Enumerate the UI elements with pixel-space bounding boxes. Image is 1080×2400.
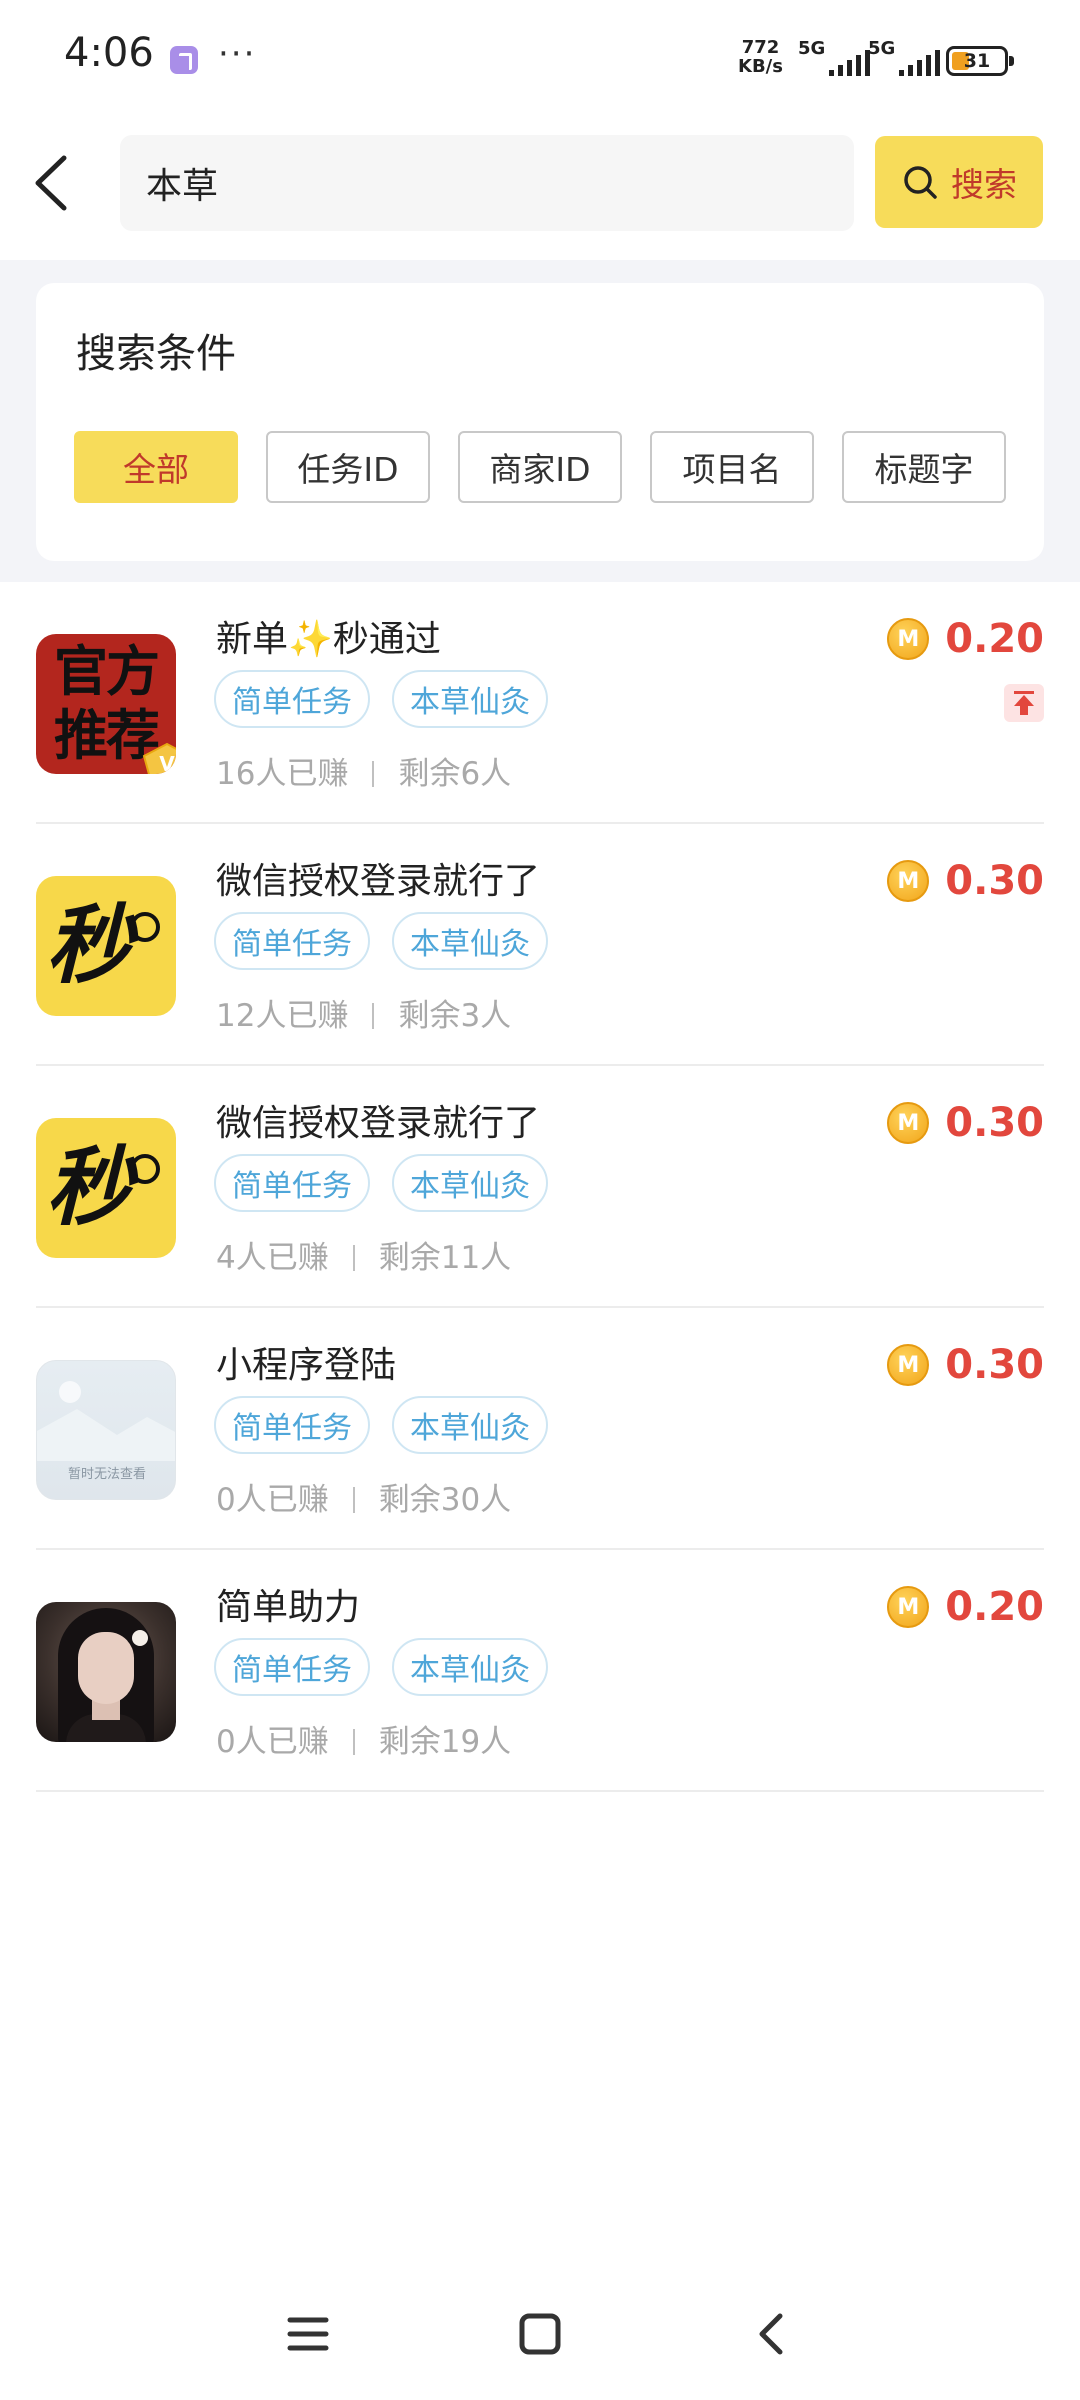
search-button-label: 搜索 (951, 165, 1017, 204)
reward-amount: 0.20 (945, 616, 1044, 662)
signal-label: 5G (798, 38, 826, 59)
home-square-icon (519, 2313, 561, 2355)
svg-text:V: V (159, 752, 175, 774)
task-thumbnail-miao: 秒 (36, 1118, 176, 1258)
back-chevron-icon (759, 2313, 783, 2355)
verified-badge-icon: V (142, 742, 176, 774)
chip-title-keyword[interactable]: 标题字 (842, 431, 1006, 503)
task-tag: 简单任务 (214, 1154, 370, 1212)
network-speed-value: 772 (741, 37, 780, 58)
chip-merchant-id[interactable]: 商家ID (458, 431, 622, 503)
task-reward: M 0.30 (887, 1100, 1044, 1146)
task-tag: 简单任务 (214, 1638, 370, 1696)
status-time: 4:06 (64, 30, 154, 76)
back-button[interactable] (24, 148, 84, 218)
task-tag: 本草仙灸 (392, 1396, 548, 1454)
task-stats: 0人已赚 剩余30人 (216, 1474, 511, 1519)
task-title: 简单助力 (216, 1587, 361, 1628)
signal-icon: 5G (798, 38, 870, 78)
remaining-count: 剩余11人 (378, 1240, 512, 1276)
coin-icon: M (887, 1102, 930, 1144)
task-tag: 简单任务 (214, 1396, 370, 1454)
task-reward: M 0.30 (887, 1342, 1044, 1388)
task-item[interactable]: 官方推荐 V 新单✨秒通过 简单任务 本草仙灸 16人已赚 剩余6人 M 0.20 (36, 582, 1044, 824)
status-bar: 4:06 ··· 772 KB/s 5G 5G 31 (0, 0, 1080, 120)
coin-icon: M (887, 1586, 930, 1628)
remaining-count: 剩余6人 (398, 756, 512, 792)
earned-count: 0人已赚 (216, 1724, 329, 1760)
signal-label: 5G (868, 38, 896, 59)
chip-task-id[interactable]: 任务ID (266, 431, 430, 503)
task-tag: 本草仙灸 (392, 1638, 548, 1696)
task-thumbnail-miao: 秒 (36, 876, 176, 1016)
search-conditions-title: 搜索条件 (76, 331, 236, 377)
task-stats: 16人已赚 剩余6人 (216, 748, 511, 793)
reward-amount: 0.30 (945, 1100, 1044, 1146)
task-list: 官方推荐 V 新单✨秒通过 简单任务 本草仙灸 16人已赚 剩余6人 M 0.20 (0, 582, 1080, 1792)
task-title: 新单✨秒通过 (216, 619, 441, 660)
thumbnail-text: 秒 (46, 896, 132, 996)
task-item[interactable]: 秒 微信授权登录就行了 简单任务 本草仙灸 4人已赚 剩余11人 M 0.30 (36, 1066, 1044, 1308)
task-thumbnail-placeholder: 暂时无法查看 (36, 1360, 176, 1500)
nav-home-button[interactable] (510, 2304, 570, 2364)
search-icon (904, 166, 937, 199)
task-reward: M 0.30 (887, 858, 1044, 904)
system-nav-bar (0, 2264, 1080, 2400)
task-stats: 4人已赚 剩余11人 (216, 1232, 511, 1277)
chevron-left-icon (35, 155, 67, 211)
nav-back-button[interactable] (742, 2304, 802, 2364)
earned-count: 4人已赚 (216, 1240, 329, 1276)
search-button[interactable]: 搜索 (875, 136, 1043, 228)
menu-icon (287, 2317, 329, 2351)
reward-amount: 0.20 (945, 1584, 1044, 1630)
signal-icon: 5G (868, 38, 940, 78)
coin-icon: M (887, 618, 930, 660)
reward-amount: 0.30 (945, 1342, 1044, 1388)
coin-icon: M (887, 1344, 930, 1386)
task-reward: M 0.20 (887, 1584, 1044, 1630)
earned-count: 16人已赚 (216, 756, 349, 792)
task-tag: 本草仙灸 (392, 1154, 548, 1212)
search-input[interactable] (146, 135, 826, 231)
task-thumbnail-official-recommend: 官方推荐 V (36, 634, 176, 774)
task-tag: 本草仙灸 (392, 670, 548, 728)
reward-amount: 0.30 (945, 858, 1044, 904)
battery-icon: 31 (946, 46, 1014, 76)
task-stats: 12人已赚 剩余3人 (216, 990, 511, 1035)
task-tag: 本草仙灸 (392, 912, 548, 970)
remaining-count: 剩余30人 (378, 1482, 512, 1518)
chip-project-name[interactable]: 项目名 (650, 431, 814, 503)
nav-menu-button[interactable] (278, 2304, 338, 2364)
task-title: 小程序登陆 (216, 1345, 397, 1386)
task-item[interactable]: 暂时无法查看 小程序登陆 简单任务 本草仙灸 0人已赚 剩余30人 M 0.30 (36, 1308, 1044, 1550)
chip-all[interactable]: 全部 (74, 431, 238, 503)
earned-count: 0人已赚 (216, 1482, 329, 1518)
task-title: 微信授权登录就行了 (216, 1103, 541, 1144)
network-speed-unit: KB/s (738, 56, 783, 77)
task-item[interactable]: 简单助力 简单任务 本草仙灸 0人已赚 剩余19人 M 0.20 (36, 1550, 1044, 1792)
task-reward: M 0.20 (887, 616, 1044, 662)
search-box (120, 135, 854, 231)
task-stats: 0人已赚 剩余19人 (216, 1716, 511, 1761)
more-notifications-icon: ··· (218, 34, 257, 74)
network-speed: 772 KB/s (738, 38, 783, 76)
task-tag: 简单任务 (214, 912, 370, 970)
task-tag: 简单任务 (214, 670, 370, 728)
thumbnail-text: 秒 (46, 1138, 132, 1238)
pin-to-top-icon (1004, 684, 1044, 722)
remaining-count: 剩余3人 (398, 998, 512, 1034)
placeholder-caption: 暂时无法查看 (67, 1467, 146, 1482)
search-conditions-card: 搜索条件 全部 任务ID 商家ID 项目名 标题字 (36, 283, 1044, 561)
app-notification-icon (170, 46, 198, 74)
coin-icon: M (887, 860, 930, 902)
remaining-count: 剩余19人 (378, 1724, 512, 1760)
image-placeholder-icon (37, 1409, 175, 1461)
task-item[interactable]: 秒 微信授权登录就行了 简单任务 本草仙灸 12人已赚 剩余3人 M 0.30 (36, 824, 1044, 1066)
task-thumbnail-portrait (36, 1602, 176, 1742)
earned-count: 12人已赚 (216, 998, 349, 1034)
battery-level: 31 (963, 50, 991, 72)
task-title: 微信授权登录就行了 (216, 861, 541, 902)
condition-chips: 全部 任务ID 商家ID 项目名 标题字 (74, 431, 1006, 503)
